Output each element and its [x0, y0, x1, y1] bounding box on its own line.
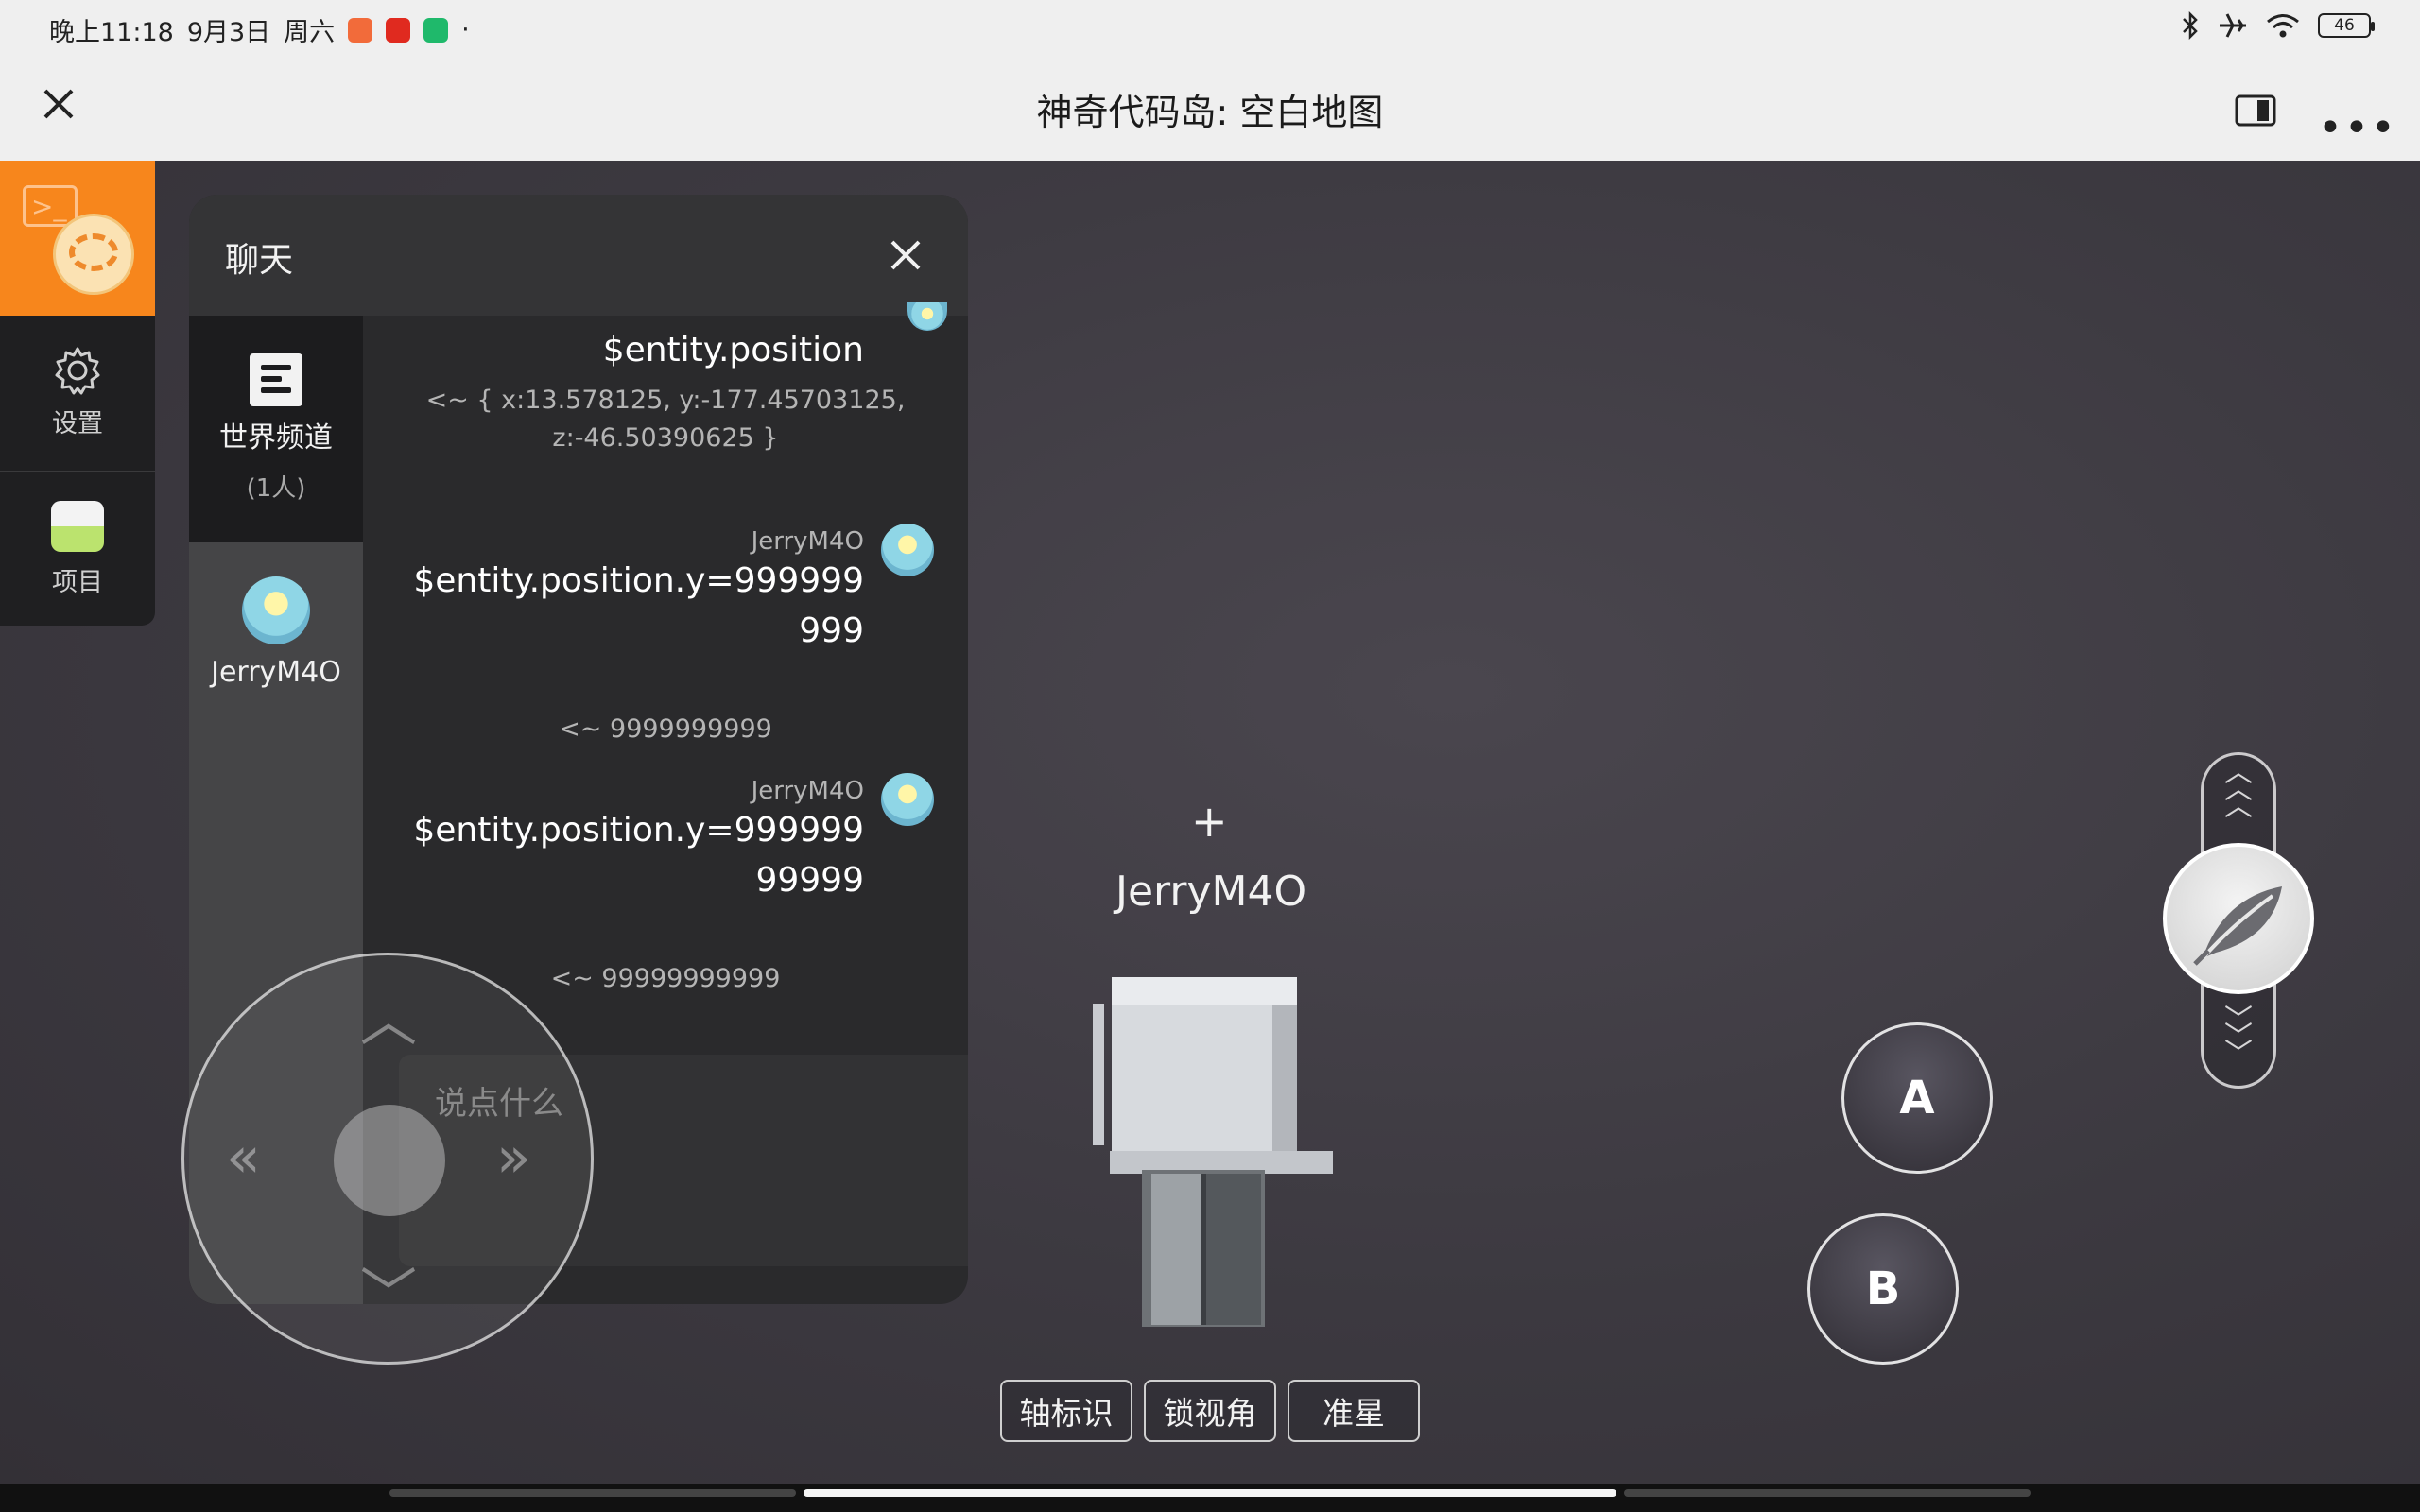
chat-title: 聊天: [225, 241, 294, 280]
movement-joystick[interactable]: ︿ ﹀ « »: [182, 953, 594, 1365]
status-time: 晚上11:18: [49, 18, 174, 47]
chevron-up-icon[interactable]: ︿ ︿ ︿: [2204, 759, 2273, 821]
status-dot: ·: [461, 15, 470, 44]
title-bar: 神奇代码岛: 空白地图: [0, 55, 2420, 161]
airplane-icon: [2220, 13, 2246, 38]
avatar: [881, 773, 934, 826]
task-indicator: [389, 1489, 796, 1497]
feather-icon: [2193, 886, 2282, 966]
page-title: 神奇代码岛: 空白地图: [1036, 92, 1384, 133]
action-a-button[interactable]: A: [1841, 1022, 1993, 1174]
battery-level: 46: [2334, 16, 2355, 35]
message-command: $entity.position: [602, 331, 864, 369]
player-character[interactable]: [1087, 971, 1333, 1331]
left-sidebar: >_ 设置 项目: [0, 161, 155, 626]
divider: [0, 471, 155, 472]
wifi-icon: [2267, 14, 2299, 38]
battery-icon: 46: [2318, 13, 2375, 38]
more-options-icon[interactable]: •••: [2318, 104, 2397, 152]
message-sender: JerryM4O: [751, 527, 864, 556]
navigation-bar: [0, 1484, 2420, 1512]
app-notification-icon: [348, 17, 373, 43]
message-sender: JerryM4O: [751, 777, 864, 805]
avatar: [908, 302, 947, 331]
app-logo-tile[interactable]: >_: [0, 161, 155, 316]
crosshair-toggle-button[interactable]: 准星: [1288, 1380, 1420, 1442]
message-result: <~ 9999999999: [559, 714, 772, 744]
app-notification-icon: [424, 17, 449, 43]
home-indicator[interactable]: [804, 1489, 1616, 1497]
task-indicator: [1624, 1489, 2031, 1497]
chevron-down-icon: ﹀: [360, 1263, 417, 1329]
app-notification-icon: [386, 17, 411, 43]
sidebar-item-project[interactable]: 项目: [0, 501, 155, 598]
message-command: $entity.position.y=99999999999: [413, 811, 864, 900]
crosshair: +: [1191, 796, 1228, 847]
message-result: <~ { x:13.578125, y:-177.45703125, z:-46…: [425, 386, 906, 453]
fly-button[interactable]: [2163, 843, 2314, 994]
sidebar-item-label: 设置: [52, 409, 103, 438]
close-chat-icon[interactable]: [885, 234, 926, 276]
avatar: [242, 576, 310, 644]
status-date: 9月3日: [186, 18, 271, 47]
close-icon[interactable]: [38, 83, 79, 125]
message-command: $entity.position.y=999999999: [413, 561, 864, 650]
gear-icon: [55, 347, 100, 395]
app-logo: [53, 214, 134, 295]
chevron-right-icon: »: [496, 1125, 531, 1191]
lock-view-button[interactable]: 锁视角: [1144, 1380, 1276, 1442]
chevron-up-icon: ︿: [360, 988, 417, 1055]
chat-header: 聊天: [189, 195, 968, 316]
user-name: JerryM4O: [211, 656, 341, 689]
chevron-down-icon[interactable]: ﹀ ﹀ ﹀: [2204, 1006, 2273, 1069]
sidebar-item-settings[interactable]: 设置: [0, 346, 155, 439]
chevron-left-icon: «: [226, 1125, 261, 1191]
channel-member-count: (1人): [246, 474, 306, 503]
channel-icon: [250, 353, 302, 406]
bluetooth-icon: [2183, 11, 2198, 40]
sidebar-item-label: 项目: [52, 568, 103, 597]
project-icon: [51, 501, 104, 552]
status-weekday: 周六: [284, 18, 336, 47]
avatar: [881, 524, 934, 576]
joystick-knob[interactable]: [334, 1105, 445, 1216]
axis-marker-button[interactable]: 轴标识: [1000, 1380, 1132, 1442]
channel-name: 世界频道: [219, 421, 333, 455]
action-b-button[interactable]: B: [1807, 1213, 1959, 1365]
split-view-icon[interactable]: [2235, 94, 2276, 127]
player-nametag: JerryM4O: [1115, 868, 1307, 916]
status-bar: 晚上11:18 9月3日 周六 · 46: [0, 0, 2420, 55]
